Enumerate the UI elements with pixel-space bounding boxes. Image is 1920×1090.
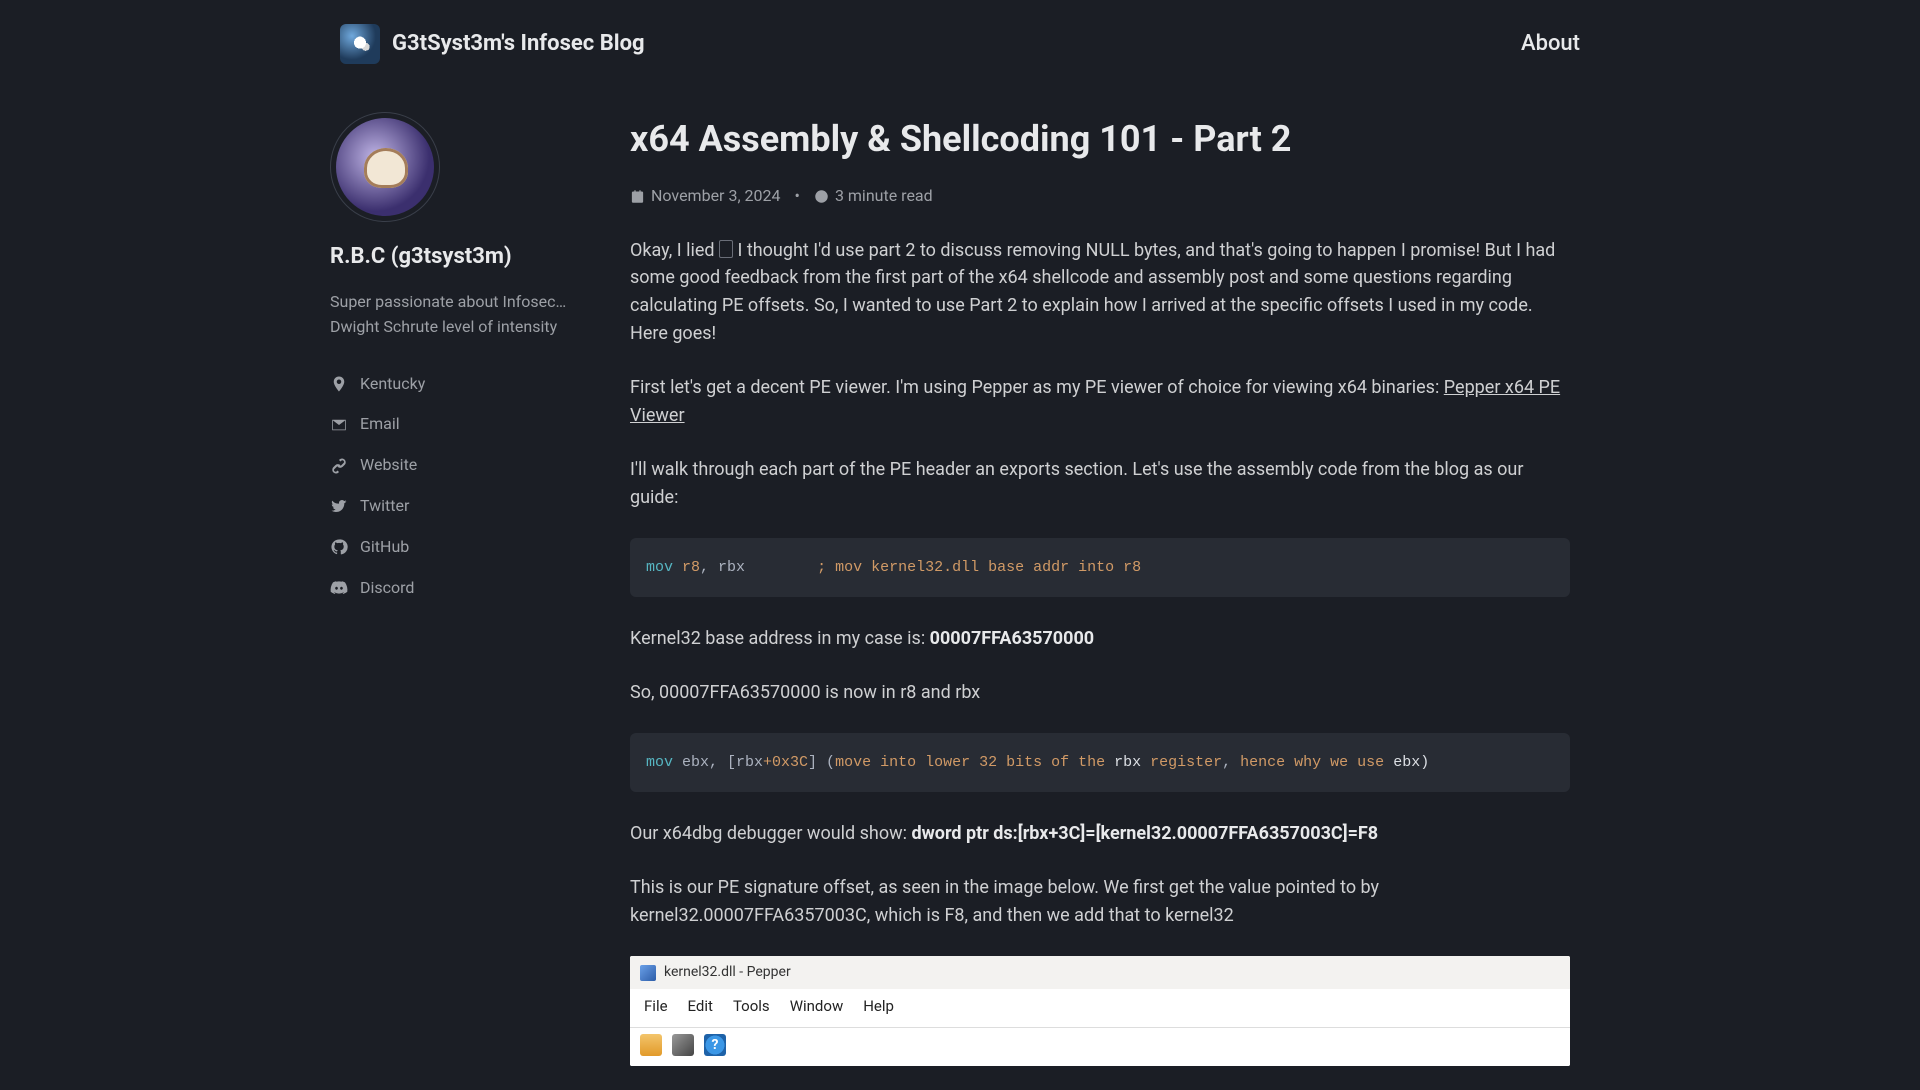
debugger-output: dword ptr ds:[rbx+3C]=[kernel32.00007FFA… [911, 823, 1378, 844]
author-name: R.B.C (g3tsyst3m) [330, 240, 590, 274]
clock-icon [814, 189, 829, 204]
code-block-2: mov ebx, [rbx+0x3C] (move into lower 32 … [630, 733, 1570, 792]
sidebar-item-location: Kentucky [330, 364, 590, 405]
paragraph-debugger: Our x64dbg debugger would show: dword pt… [630, 820, 1570, 848]
paragraph-base-address: Kernel32 base address in my case is: 000… [630, 625, 1570, 653]
discord-icon [330, 579, 348, 597]
email-icon [330, 416, 348, 434]
sidebar-item-github[interactable]: GitHub [330, 527, 590, 568]
sidebar-links: Kentucky Email Website Twitter GitHub Di… [330, 364, 590, 609]
pe-menu-window: Window [790, 995, 844, 1018]
sidebar-website-label: Website [360, 453, 417, 478]
sidebar-item-twitter[interactable]: Twitter [330, 486, 590, 527]
code-block-1: mov r8, rbx ; mov kernel32.dll base addr… [630, 538, 1570, 597]
twitter-icon [330, 497, 348, 515]
avatar [330, 112, 440, 222]
page-container: R.B.C (g3tsyst3m) Super passionate about… [330, 88, 1590, 1090]
post-read-time: 3 minute read [814, 184, 933, 209]
post-body: Okay, I lied I thought I'd use part 2 to… [630, 237, 1570, 1066]
sidebar: R.B.C (g3tsyst3m) Super passionate about… [330, 112, 590, 1066]
pe-titlebar: kernel32.dll - Pepper [630, 956, 1570, 990]
pe-menu-tools: Tools [733, 995, 770, 1018]
sidebar-item-discord[interactable]: Discord [330, 568, 590, 609]
paragraph-r8-rbx: So, 00007FFA63570000 is now in r8 and rb… [630, 679, 1570, 707]
github-icon [330, 538, 348, 556]
pe-open-folder-icon [640, 1034, 662, 1056]
location-pin-icon [330, 375, 348, 393]
pe-menu-edit: Edit [688, 995, 713, 1018]
pe-menu-file: File [644, 995, 668, 1018]
sidebar-item-email[interactable]: Email [330, 404, 590, 445]
paragraph-walkthrough: I'll walk through each part of the PE he… [630, 456, 1570, 512]
main-content: x64 Assembly & Shellcoding 101 - Part 2 … [630, 112, 1570, 1066]
site-header: G3tSyst3m's Infosec Blog About [0, 0, 1920, 88]
sidebar-discord-label: Discord [360, 576, 414, 601]
missing-emoji-icon [719, 240, 733, 258]
pe-app-icon [640, 965, 656, 981]
post-date: November 3, 2024 [630, 184, 781, 209]
post-read-time-text: 3 minute read [835, 184, 933, 209]
pe-edit-icon [672, 1034, 694, 1056]
sidebar-location-label: Kentucky [360, 372, 425, 397]
avatar-image [336, 118, 434, 216]
sidebar-github-label: GitHub [360, 535, 409, 560]
meta-separator: • [795, 184, 800, 209]
base-address-value: 00007FFA63570000 [930, 628, 1094, 649]
paragraph-pe-viewer: First let's get a decent PE viewer. I'm … [630, 374, 1570, 430]
post-title: x64 Assembly & Shellcoding 101 - Part 2 [630, 112, 1570, 168]
sidebar-twitter-label: Twitter [360, 494, 409, 519]
sidebar-email-label: Email [360, 412, 400, 437]
pe-toolbar [630, 1028, 1570, 1066]
post-meta: November 3, 2024 • 3 minute read [630, 184, 1570, 209]
sidebar-item-website[interactable]: Website [330, 445, 590, 486]
link-icon [330, 457, 348, 475]
nav-about-link[interactable]: About [1521, 27, 1580, 61]
author-bio: Super passionate about Infosec… Dwight S… [330, 290, 590, 340]
pe-menu-help: Help [863, 995, 894, 1018]
pe-window-title: kernel32.dll - Pepper [664, 962, 791, 984]
site-logo-icon [340, 24, 380, 64]
calendar-icon [630, 189, 645, 204]
post-date-text: November 3, 2024 [651, 184, 781, 209]
paragraph-pe-signature: This is our PE signature offset, as seen… [630, 874, 1570, 930]
pe-help-icon [704, 1034, 726, 1056]
brand[interactable]: G3tSyst3m's Infosec Blog [340, 24, 645, 64]
brand-title: G3tSyst3m's Infosec Blog [392, 27, 645, 61]
pe-viewer-screenshot: kernel32.dll - Pepper File Edit Tools Wi… [630, 956, 1570, 1066]
pe-menu-bar: File Edit Tools Window Help [630, 989, 1570, 1027]
paragraph-intro: Okay, I lied I thought I'd use part 2 to… [630, 237, 1570, 349]
